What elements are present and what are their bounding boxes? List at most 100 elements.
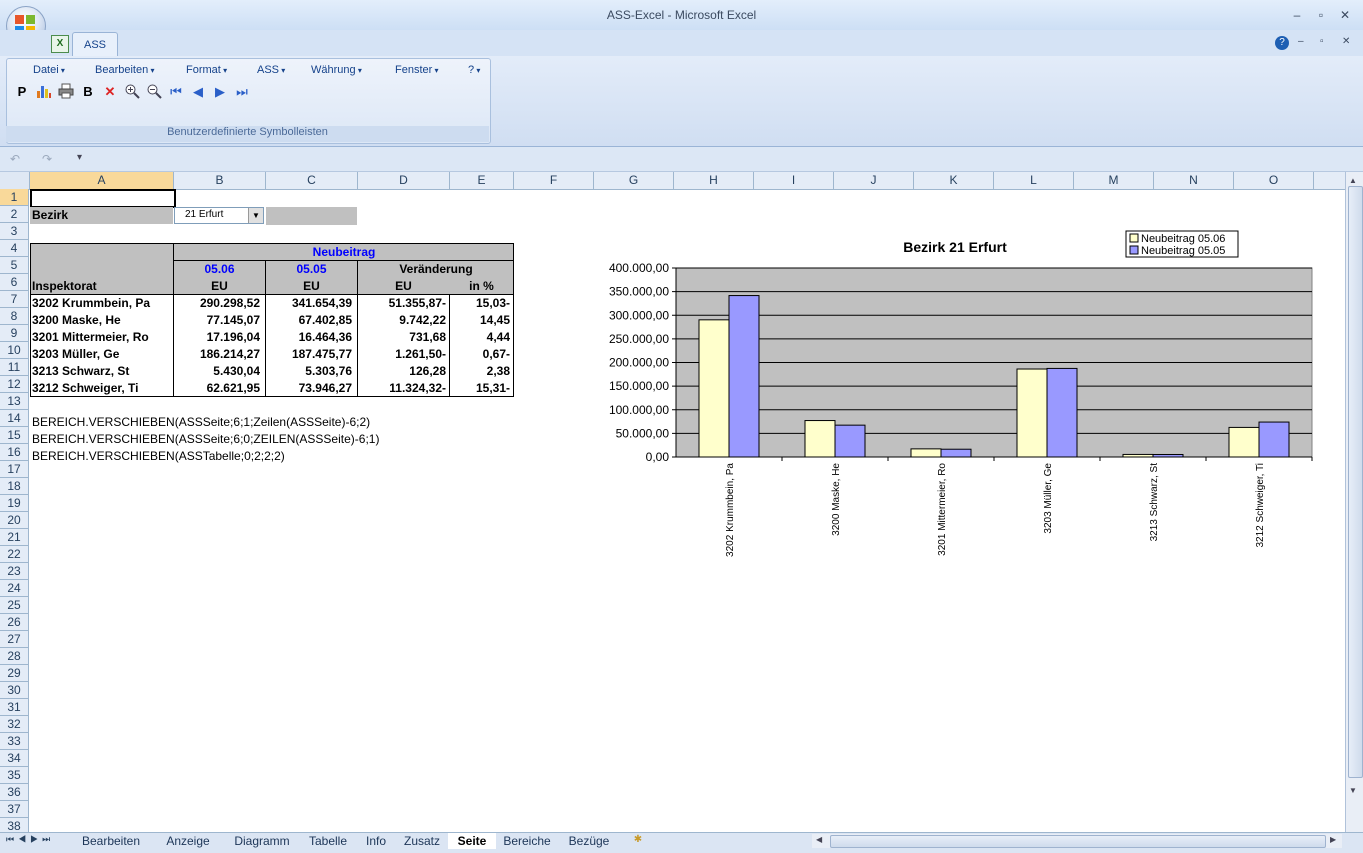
row-header-22[interactable]: 22: [0, 546, 29, 563]
delete-icon[interactable]: ✕: [101, 83, 119, 101]
column-header-h[interactable]: H: [674, 172, 754, 189]
menu-fenster[interactable]: Fenster: [395, 64, 439, 76]
close-button[interactable]: ✕: [1334, 6, 1356, 24]
sheet-tab-seite[interactable]: Seite: [448, 833, 496, 849]
row-header-15[interactable]: 15: [0, 427, 29, 444]
menu-datei[interactable]: Datei: [33, 64, 65, 76]
row-header-4[interactable]: 4: [0, 240, 29, 257]
sheet-nav-icon[interactable]: ⏮◀▶⏭: [6, 834, 54, 845]
doc-close-icon[interactable]: ✕: [1342, 36, 1350, 47]
row-header-37[interactable]: 37: [0, 801, 29, 818]
doc-minimize-icon[interactable]: ‒: [1298, 36, 1304, 47]
column-header-l[interactable]: L: [994, 172, 1074, 189]
column-header-k[interactable]: K: [914, 172, 994, 189]
sheet-tab-bearbeiten[interactable]: Bearbeiten: [70, 833, 152, 849]
doc-restore-icon[interactable]: ▫: [1320, 36, 1324, 47]
row-header-23[interactable]: 23: [0, 563, 29, 580]
undo-icon[interactable]: ↶: [10, 152, 20, 166]
chart-icon[interactable]: [35, 83, 53, 101]
row-header-36[interactable]: 36: [0, 784, 29, 801]
row-header-6[interactable]: 6: [0, 274, 29, 291]
chevron-down-icon[interactable]: ▼: [248, 208, 263, 223]
row-header-8[interactable]: 8: [0, 308, 29, 325]
row-header-18[interactable]: 18: [0, 478, 29, 495]
column-header-g[interactable]: G: [594, 172, 674, 189]
excel-doc-icon[interactable]: X: [51, 35, 69, 53]
column-header-m[interactable]: M: [1074, 172, 1154, 189]
row-header-34[interactable]: 34: [0, 750, 29, 767]
row-header-12[interactable]: 12: [0, 376, 29, 393]
print-icon[interactable]: [57, 83, 75, 101]
row-header-20[interactable]: 20: [0, 512, 29, 529]
sheet-tab-bereiche[interactable]: Bereiche: [496, 833, 558, 849]
first-record-icon[interactable]: ⏮: [167, 83, 185, 101]
row-header-28[interactable]: 28: [0, 648, 29, 665]
row-header-33[interactable]: 33: [0, 733, 29, 750]
column-header-b[interactable]: B: [174, 172, 266, 189]
column-header-o[interactable]: O: [1234, 172, 1314, 189]
menu-help[interactable]: ?: [468, 64, 480, 76]
zoom-in-icon[interactable]: [123, 83, 141, 101]
minimize-button[interactable]: ‒: [1286, 6, 1308, 24]
column-header-i[interactable]: I: [754, 172, 834, 189]
scroll-right-icon[interactable]: ▶: [1330, 835, 1336, 844]
maximize-button[interactable]: ▫: [1310, 6, 1332, 24]
redo-icon[interactable]: ↷: [42, 152, 52, 166]
scroll-down-icon[interactable]: ▼: [1349, 786, 1357, 795]
selected-cell-a1[interactable]: [30, 189, 176, 208]
row-header-27[interactable]: 27: [0, 631, 29, 648]
bezirk-dropdown[interactable]: 21 Erfurt ▼: [174, 207, 264, 224]
menu-waehrung[interactable]: Währung: [311, 64, 362, 76]
sheet-tab-bezüge[interactable]: Bezüge: [558, 833, 620, 849]
sheet-tab-zusatz[interactable]: Zusatz: [396, 833, 448, 849]
row-header-25[interactable]: 25: [0, 597, 29, 614]
row-header-30[interactable]: 30: [0, 682, 29, 699]
help-icon[interactable]: ?: [1275, 36, 1289, 50]
select-all-corner[interactable]: [0, 172, 30, 189]
next-record-icon[interactable]: ▶: [211, 83, 229, 101]
row-header-7[interactable]: 7: [0, 291, 29, 308]
last-record-icon[interactable]: ⏭: [233, 83, 251, 101]
row-header-35[interactable]: 35: [0, 767, 29, 784]
column-header-d[interactable]: D: [358, 172, 450, 189]
scroll-left-icon[interactable]: ◀: [816, 835, 822, 844]
sheet-tab-anzeige[interactable]: Anzeige: [152, 833, 224, 849]
row-header-32[interactable]: 32: [0, 716, 29, 733]
column-header-c[interactable]: C: [266, 172, 358, 189]
menu-ass[interactable]: ASS: [257, 64, 285, 76]
p-tool-button[interactable]: P: [13, 83, 31, 101]
column-header-j[interactable]: J: [834, 172, 914, 189]
row-header-26[interactable]: 26: [0, 614, 29, 631]
row-header-2[interactable]: 2: [0, 206, 29, 223]
bar-chart[interactable]: Bezirk 21 Erfurt 0,00 50.000,00 100.000,00 1…: [594, 228, 1324, 573]
column-header-n[interactable]: N: [1154, 172, 1234, 189]
insert-sheet-icon[interactable]: ✱: [630, 834, 646, 848]
row-header-17[interactable]: 17: [0, 461, 29, 478]
row-header-13[interactable]: 13: [0, 393, 29, 410]
row-header-5[interactable]: 5: [0, 257, 29, 274]
row-header-24[interactable]: 24: [0, 580, 29, 597]
row-header-31[interactable]: 31: [0, 699, 29, 716]
horizontal-scroll-thumb[interactable]: [830, 835, 1326, 848]
row-header-11[interactable]: 11: [0, 359, 29, 376]
row-header-16[interactable]: 16: [0, 444, 29, 461]
row-header-9[interactable]: 9: [0, 325, 29, 342]
previous-record-icon[interactable]: ◀: [189, 83, 207, 101]
menu-bearbeiten[interactable]: Bearbeiten: [95, 64, 154, 76]
row-header-29[interactable]: 29: [0, 665, 29, 682]
menu-format[interactable]: Format: [186, 64, 227, 76]
row-header-10[interactable]: 10: [0, 342, 29, 359]
sheet-tab-tabelle[interactable]: Tabelle: [300, 833, 356, 849]
vertical-scroll-thumb[interactable]: [1348, 186, 1363, 778]
customize-qat-icon[interactable]: ▾: [77, 152, 82, 163]
b-tool-button[interactable]: B: [79, 83, 97, 101]
zoom-out-icon[interactable]: [145, 83, 163, 101]
column-header-f[interactable]: F: [514, 172, 594, 189]
tab-ass[interactable]: ASS: [72, 32, 118, 57]
row-header-3[interactable]: 3: [0, 223, 29, 240]
row-header-19[interactable]: 19: [0, 495, 29, 512]
horizontal-scrollbar[interactable]: ◀ ▶: [812, 834, 1342, 848]
scroll-up-icon[interactable]: ▲: [1349, 176, 1357, 185]
vertical-scrollbar[interactable]: ▲ ▼: [1345, 172, 1363, 832]
row-header-21[interactable]: 21: [0, 529, 29, 546]
